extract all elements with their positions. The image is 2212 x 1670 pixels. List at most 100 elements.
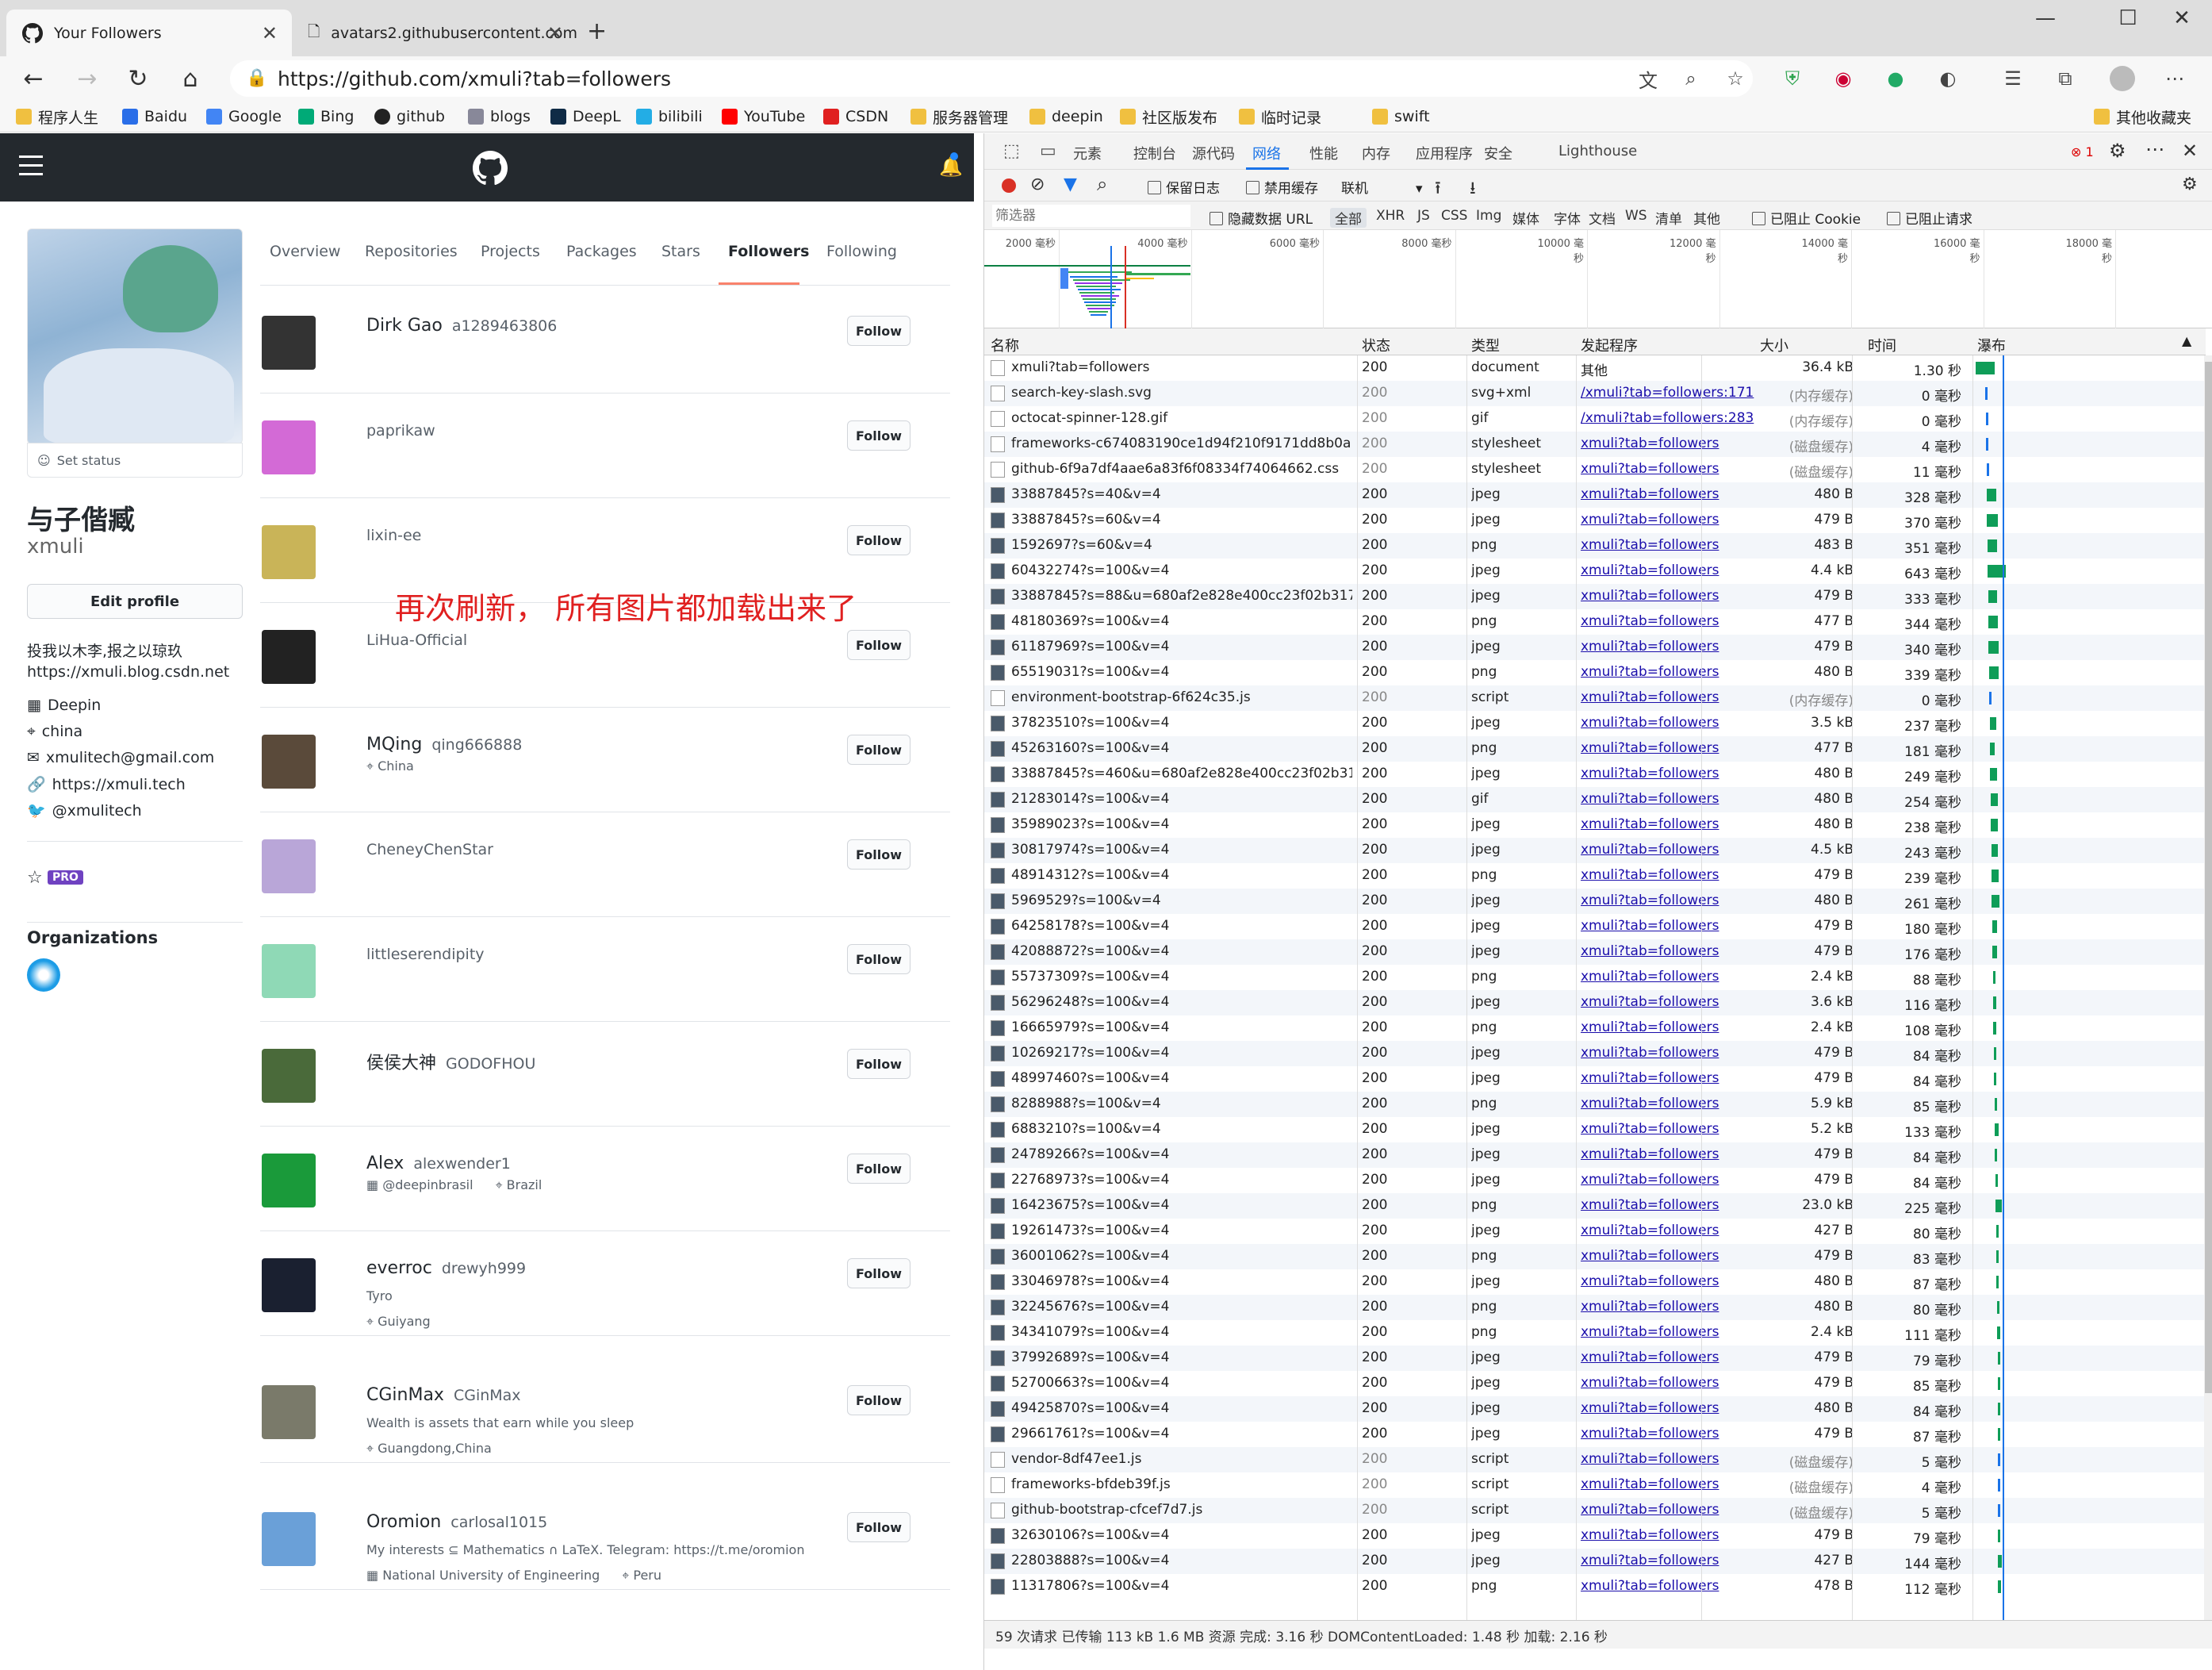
avatar[interactable] (2110, 66, 2135, 91)
follower-avatar[interactable] (262, 420, 316, 474)
table-scrollbar[interactable] (2204, 355, 2212, 1620)
follow-button[interactable]: Follow (847, 839, 910, 870)
request-row[interactable]: 33887845?s=40&v=4 200 jpeg xmuli?tab=follow… (984, 482, 2206, 508)
request-row[interactable]: github-6f9a7df4aae6a83f6f08334f74064662.… (984, 457, 2206, 482)
close-tab-icon[interactable]: ✕ (547, 22, 563, 44)
settings-gear-icon[interactable]: ⚙ (2109, 140, 2126, 162)
follower-name-link[interactable]: MQing qing666888 (366, 735, 522, 754)
request-row[interactable]: 56296248?s=100&v=4 200 jpeg xmuli?tab=follo… (984, 990, 2206, 1015)
request-row[interactable]: 65519031?s=100&v=4 200 png xmuli?tab=follow… (984, 660, 2206, 685)
follower-avatar[interactable] (262, 735, 316, 789)
request-row[interactable]: 6883210?s=100&v=4 200 jpeg xmuli?tab=follow… (984, 1117, 2206, 1142)
bookmark-item[interactable]: CSDN (823, 106, 888, 128)
request-row[interactable]: 48997460?s=100&v=4 200 jpeg xmuli?tab=follo… (984, 1066, 2206, 1092)
bookmark-item[interactable]: DeepL (550, 106, 621, 128)
follow-button[interactable]: Follow (847, 1385, 910, 1415)
request-row[interactable]: 64258178?s=100&v=4 200 jpeg xmuli?tab=follo… (984, 914, 2206, 939)
clear-icon[interactable]: ⊘ (1030, 175, 1045, 194)
follow-button[interactable]: Follow (847, 1512, 910, 1542)
throttle-select[interactable]: 联机 ▾ (1341, 177, 1423, 197)
filter-type-button[interactable]: JS (1417, 208, 1430, 224)
request-row[interactable]: 45263160?s=100&v=4 200 png xmuli?tab=follow… (984, 736, 2206, 762)
filter-type-button[interactable]: Img (1476, 208, 1501, 224)
filter-input[interactable] (992, 205, 1190, 227)
follower-avatar[interactable] (262, 316, 316, 370)
bookmark-item[interactable]: swift (1372, 106, 1430, 128)
blocked-requests-checkbox[interactable]: 已阻止请求 (1887, 208, 1972, 228)
request-row[interactable]: 16423675?s=100&v=4 200 png xmuli?tab=follow… (984, 1193, 2206, 1219)
tab-repositories[interactable]: Repositories (365, 243, 458, 260)
request-row[interactable]: 5969529?s=100&v=4 200 jpeg xmuli?tab=follow… (984, 889, 2206, 914)
bookmark-item[interactable]: blogs (468, 106, 531, 128)
close-tab-icon[interactable]: ✕ (262, 22, 278, 44)
request-row[interactable]: vendor-8df47ee1.js 200 script xmuli?tab=fol… (984, 1447, 2206, 1472)
request-row[interactable]: 34341079?s=100&v=4 200 png xmuli?tab=follow… (984, 1320, 2206, 1346)
extension-clock-icon[interactable]: ◐ (1935, 66, 1961, 91)
request-row[interactable]: 37992689?s=100&v=4 200 jpeg xmuli?tab=follo… (984, 1346, 2206, 1371)
follower-name-link[interactable]: CheneyChenStar (366, 839, 493, 859)
new-tab-icon[interactable]: + (587, 17, 607, 45)
follower-avatar[interactable] (262, 944, 316, 998)
tab-overview[interactable]: Overview (270, 243, 340, 260)
request-row[interactable]: 33046978?s=100&v=4 200 jpeg xmuli?tab=follo… (984, 1269, 2206, 1295)
follower-name-link[interactable]: LiHua-Official (366, 630, 467, 650)
follow-button[interactable]: Follow (847, 944, 910, 974)
devtools-tab[interactable]: 源代码 (1192, 143, 1235, 163)
org-deepin-avatar[interactable] (27, 958, 60, 992)
follower-name-link[interactable]: everroc drewyh999 (366, 1258, 526, 1278)
request-row[interactable]: 11317806?s=100&v=4 200 png xmuli?tab=follow… (984, 1574, 2206, 1599)
column-header-time[interactable]: 时间 (1868, 335, 1896, 355)
follower-avatar[interactable] (262, 839, 316, 893)
maximize-icon[interactable]: ☐ (2100, 0, 2156, 36)
set-status-button[interactable]: ☺ Set status (27, 443, 243, 478)
column-header-name[interactable]: 名称 (991, 335, 1019, 355)
filter-type-button[interactable]: 清单 (1655, 208, 1682, 228)
follower-name-link[interactable]: 侯侯大神 GODOFHOU (366, 1049, 535, 1074)
column-header-type[interactable]: 类型 (1471, 335, 1500, 355)
request-row[interactable]: 21283014?s=100&v=4 200 gif xmuli?tab=follow… (984, 787, 2206, 812)
column-header-status[interactable]: 状态 (1362, 335, 1390, 355)
follower-name-link[interactable]: CGinMax CGinMax (366, 1385, 521, 1405)
filter-type-button[interactable]: 文档 (1589, 208, 1616, 228)
upload-icon[interactable]: ⭱ (1435, 175, 1441, 205)
profile-email[interactable]: ✉ xmulitech@gmail.com (27, 749, 214, 766)
request-row[interactable]: 32630106?s=100&v=4 200 jpeg xmuli?tab=follo… (984, 1523, 2206, 1549)
request-row[interactable]: frameworks-c674083190ce1d94f210f9171dd8b… (984, 432, 2206, 457)
follow-button[interactable]: Follow (847, 525, 910, 555)
bookmark-item[interactable]: 临时记录 (1239, 106, 1321, 128)
extension-globe-icon[interactable]: ● (1883, 66, 1908, 91)
devtools-tab[interactable]: 应用程序 (1416, 143, 1473, 163)
request-row[interactable]: 52700663?s=100&v=4 200 jpeg xmuli?tab=follo… (984, 1371, 2206, 1396)
bookmark-item[interactable]: 程序人生 (16, 106, 98, 128)
adblock-shield-icon[interactable]: ⛨ (1780, 66, 1805, 91)
more-options-icon[interactable]: ⋯ (2145, 138, 2164, 160)
profile-website[interactable]: 🔗 https://xmuli.tech (27, 775, 186, 793)
profile-twitter[interactable]: 🐦 @xmulitech (27, 801, 142, 820)
follower-avatar[interactable] (262, 525, 316, 579)
filter-type-button[interactable]: 媒体 (1512, 208, 1539, 228)
follower-name-link[interactable]: Alex alexwender1 (366, 1154, 511, 1173)
zoom-icon[interactable]: ⌕ (1678, 66, 1704, 91)
request-row[interactable]: 10269217?s=100&v=4 200 jpeg xmuli?tab=follo… (984, 1041, 2206, 1066)
request-row[interactable]: 55737309?s=100&v=4 200 png xmuli?tab=follow… (984, 965, 2206, 990)
favorites-list-icon[interactable]: ☰ (2000, 66, 2026, 91)
request-row[interactable]: 19261473?s=100&v=4 200 jpeg xmuli?tab=follo… (984, 1219, 2206, 1244)
request-row[interactable]: 48180369?s=100&v=4 200 png xmuli?tab=follow… (984, 609, 2206, 635)
follower-avatar[interactable] (262, 1385, 316, 1439)
tab-avatars[interactable]: 🗋 avatars2.githubusercontent.com ✕ (292, 10, 577, 56)
tab-followers[interactable]: Followers (728, 243, 809, 260)
follower-name-link[interactable]: Dirk Gao a1289463806 (366, 316, 557, 336)
devtools-tab[interactable]: 安全 (1484, 143, 1512, 163)
follow-button[interactable]: Follow (847, 1258, 910, 1288)
request-row[interactable]: 42088872?s=100&v=4 200 jpeg xmuli?tab=follo… (984, 939, 2206, 965)
request-row[interactable]: 60432274?s=100&v=4 200 jpeg xmuli?tab=follo… (984, 559, 2206, 584)
request-row[interactable]: 61187969?s=100&v=4 200 jpeg xmuli?tab=follo… (984, 635, 2206, 660)
error-count[interactable]: ⊗ 1 (2071, 144, 2094, 159)
request-row[interactable]: xmuli?tab=followers 200 document 其他 36.4 kB 1… (984, 355, 2206, 381)
request-row[interactable]: octocat-spinner-128.gif 200 gif/xmuli?tab=… (984, 406, 2206, 432)
request-row[interactable]: 24789266?s=100&v=4 200 jpeg xmuli?tab=follo… (984, 1142, 2206, 1168)
request-row[interactable]: environment-bootstrap-6f624c35.js 200 scri… (984, 685, 2206, 711)
record-icon[interactable] (1002, 179, 1016, 193)
tab-projects[interactable]: Projects (481, 243, 540, 260)
filter-type-button[interactable]: WS (1625, 208, 1647, 224)
